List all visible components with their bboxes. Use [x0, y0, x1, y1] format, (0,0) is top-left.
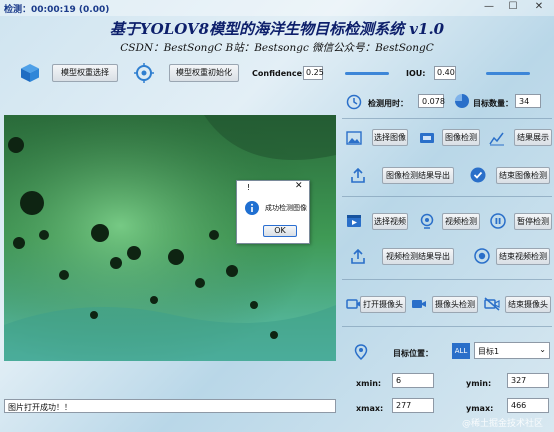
- open-camera-button[interactable]: 打开摄像头: [360, 296, 406, 313]
- divider: [342, 196, 552, 197]
- end-video-button[interactable]: 结束视频检测: [496, 248, 550, 265]
- close-button[interactable]: ✕: [528, 1, 550, 14]
- dialog-title: !: [247, 183, 251, 192]
- divider: [342, 326, 552, 327]
- webcam-icon: [419, 213, 435, 232]
- dialog-ok-button[interactable]: OK: [263, 225, 297, 237]
- watermark: @稀土掘金技术社区: [462, 419, 544, 429]
- select-video-button[interactable]: 选择视频: [372, 213, 408, 230]
- xmin-value: 6: [392, 373, 434, 388]
- export-video-icon: [350, 248, 366, 268]
- image-detect-button[interactable]: 图像检测: [442, 129, 480, 146]
- dialog-close-icon[interactable]: ✕: [295, 181, 303, 191]
- camera-detect-icon: [411, 296, 427, 315]
- camera-detect-button[interactable]: 摄像头检测: [432, 296, 478, 313]
- pie-chart-icon: [454, 93, 470, 112]
- location-pin-icon: [354, 344, 368, 363]
- divider: [342, 279, 552, 280]
- end-image-button[interactable]: 结束图像检测: [496, 167, 550, 184]
- close-camera-button[interactable]: 结束摄像头: [505, 296, 551, 313]
- model-select-button[interactable]: 模型权重选择: [52, 64, 118, 82]
- target-icon: [134, 63, 154, 86]
- app-title: 基于YOLOV8模型的海洋生物目标检测系统 v1.0: [109, 20, 445, 38]
- iou-slider[interactable]: [486, 72, 530, 75]
- export-video-button[interactable]: 视频检测结果导出: [382, 248, 454, 265]
- select-image-button[interactable]: 选择图像: [372, 129, 408, 146]
- model-init-button[interactable]: 模型权重初始化: [169, 64, 239, 82]
- count-value: 34: [515, 94, 541, 108]
- timer-icon: [346, 94, 362, 113]
- iou-input[interactable]: 0.40: [434, 66, 456, 80]
- stop-circle-icon: [474, 248, 490, 267]
- minimize-button[interactable]: —: [478, 1, 500, 14]
- show-result-button[interactable]: 结果展示: [514, 129, 552, 146]
- time-label: 检测用时：: [368, 99, 408, 108]
- status-bar: 图片打开成功！！: [4, 399, 336, 413]
- xmax-value: 277: [392, 398, 434, 413]
- xmin-label: xmin:: [356, 379, 382, 388]
- ymax-label: ymax:: [466, 404, 494, 413]
- pause-detect-button[interactable]: 暂停检测: [514, 213, 552, 230]
- export-image-button[interactable]: 图像检测结果导出: [382, 167, 454, 184]
- count-label: 目标数量：: [473, 99, 513, 108]
- confidence-input[interactable]: 0.25: [303, 66, 324, 80]
- image-detect-icon: [419, 130, 435, 149]
- ymax-value: 466: [507, 398, 549, 413]
- window-title: 检测：00:00:19 (0.00): [4, 5, 110, 15]
- time-value: 0.078: [418, 94, 445, 108]
- video-icon: [346, 213, 362, 232]
- confidence-slider[interactable]: [345, 72, 389, 75]
- video-detect-button[interactable]: 视频检测: [442, 213, 480, 230]
- camera-off-icon: [484, 296, 500, 315]
- confidence-label: Confidence:: [252, 69, 306, 78]
- dialog-message: 成功检测图像: [265, 204, 307, 212]
- cube-icon: [20, 63, 40, 86]
- image-icon: [346, 130, 362, 149]
- export-icon: [350, 167, 366, 187]
- window-titlebar: 检测：00:00:19 (0.00) — ☐ ✕: [0, 0, 554, 16]
- ymin-label: ymin:: [466, 379, 492, 388]
- all-tag: ALL: [452, 343, 470, 359]
- iou-label: IOU:: [406, 69, 426, 78]
- app-subtitle: CSDN：BestSongC B站：Bestsongc 微信公众号：BestSo…: [120, 42, 434, 54]
- target-position-label: 目标位置：: [393, 349, 433, 358]
- target-select-value: 目标1: [478, 347, 500, 356]
- ymin-value: 327: [507, 373, 549, 388]
- pause-icon: [490, 213, 506, 232]
- chart-line-icon: [489, 130, 505, 149]
- xmax-label: xmax:: [356, 404, 384, 413]
- target-select[interactable]: 目标1 ⌄: [474, 342, 550, 359]
- maximize-button[interactable]: ☐: [502, 1, 524, 14]
- info-icon: [245, 201, 259, 218]
- message-dialog: ! ✕ 成功检测图像 OK: [236, 180, 310, 244]
- check-circle-icon: [470, 167, 486, 186]
- chevron-down-icon: ⌄: [539, 345, 546, 354]
- divider: [342, 118, 552, 119]
